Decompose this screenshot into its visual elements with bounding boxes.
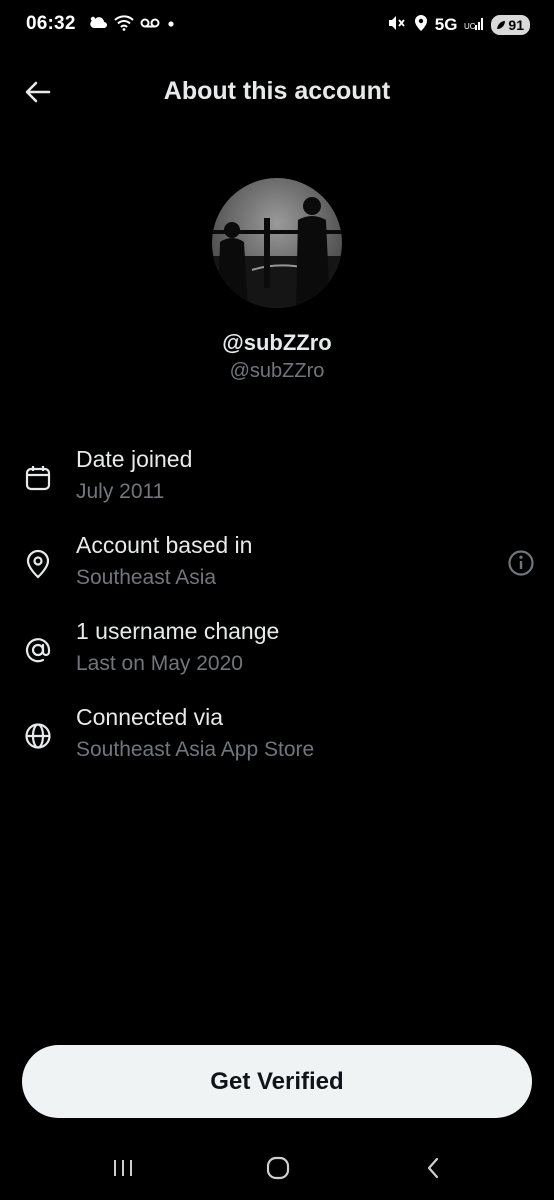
page-title: About this account [163,77,391,105]
wifi-icon [114,14,134,36]
get-verified-button[interactable]: Get Verified [22,1045,532,1118]
detail-label: 1 username change [76,618,280,644]
info-button[interactable] [506,548,536,578]
notification-dot-icon [166,16,176,34]
signal-icon: UC [464,15,484,36]
connected-via-row: Connected via Southeast Asia App Store [0,704,554,774]
detail-value: July 2011 [76,480,165,503]
chevron-left-icon [427,1157,439,1179]
recent-apps-icon [114,1160,132,1176]
display-name: @subZZro [222,330,332,355]
calendar-icon [22,462,54,494]
detail-value: Southeast Asia [76,566,217,589]
detail-label: Connected via [76,704,224,730]
page-header: About this account [0,64,554,120]
system-back-button[interactable] [411,1150,455,1186]
detail-label: Account based in [76,532,253,558]
status-time: 06:32 [26,13,76,34]
info-icon [508,550,534,576]
mute-icon [387,14,407,37]
voicemail-icon [140,16,160,34]
system-navigation-bar [0,1140,554,1200]
network-type: 5G [434,15,458,34]
detail-value: Last on May 2020 [76,652,243,675]
leaf-icon [497,21,506,29]
home-icon [266,1156,290,1180]
avatar[interactable] [212,178,342,308]
svg-text:UC: UC [464,22,476,31]
battery-indicator: 91 [491,15,530,35]
recent-apps-button[interactable] [101,1150,145,1186]
home-button[interactable] [256,1150,300,1186]
at-sign-icon [22,634,54,666]
account-based-in-row: Account based in Southeast Asia [0,532,554,602]
location-pin-icon [22,548,54,580]
globe-icon [22,720,54,752]
date-joined-row: Date joined July 2011 [0,446,554,516]
username-handle: @subZZro [229,360,325,382]
username-change-row: 1 username change Last on May 2020 [0,618,554,688]
status-bar: 06:32 5G UC 91 [0,0,554,50]
battery-level: 91 [508,17,524,33]
weather-icon [88,14,108,37]
location-status-icon [414,14,428,37]
detail-value: Southeast Asia App Store [76,738,315,761]
detail-label: Date joined [76,446,193,472]
